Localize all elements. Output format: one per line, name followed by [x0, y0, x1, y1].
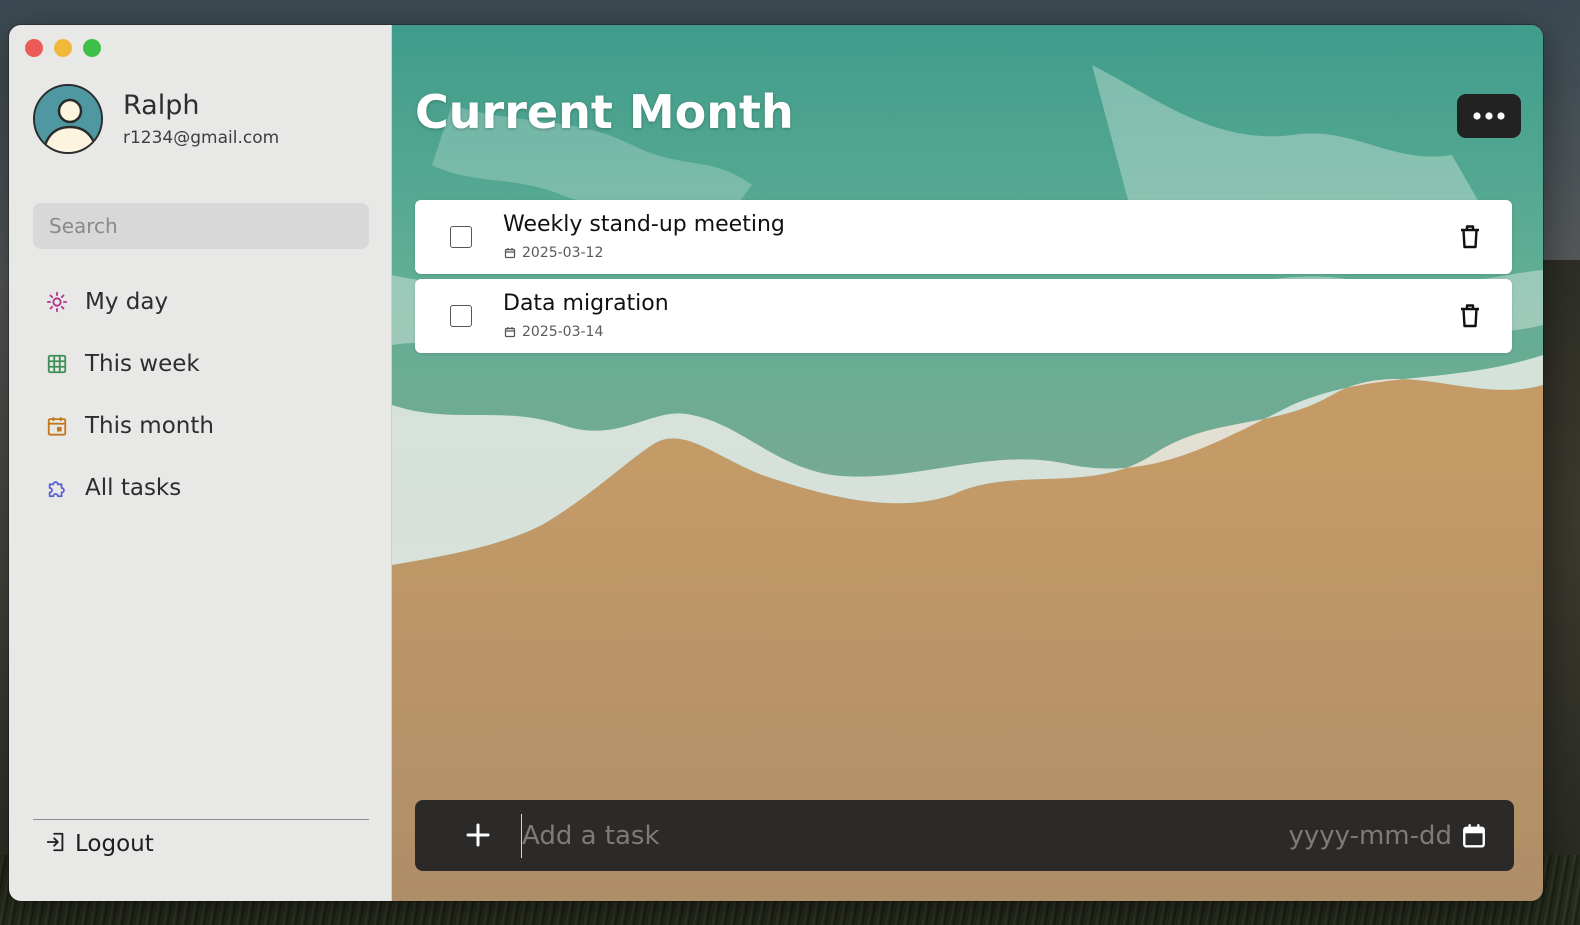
main-panel: Current Month Weekly stand-up meeting 20…	[392, 25, 1543, 901]
search-box	[33, 203, 369, 249]
task-list: Weekly stand-up meeting 2025-03-12 Data …	[415, 200, 1512, 358]
user-profile: Ralph r1234@gmail.com	[33, 84, 279, 154]
trash-icon	[1461, 304, 1479, 328]
window-maximize-button[interactable]	[83, 39, 101, 57]
sidebar-item-label: This month	[85, 413, 214, 439]
avatar	[33, 84, 103, 154]
sidebar-item-label: This week	[85, 351, 200, 377]
add-task-button[interactable]	[463, 820, 493, 850]
sidebar-item-label: My day	[85, 289, 169, 315]
task-due-date: 2025-03-14	[504, 324, 603, 340]
more-options-button[interactable]	[1457, 94, 1521, 138]
sun-icon	[45, 290, 69, 314]
sidebar-item-this-week[interactable]: This week	[33, 333, 369, 395]
logout-label: Logout	[75, 831, 154, 857]
task-date-text: 2025-03-12	[522, 245, 604, 261]
more-dots-icon	[1473, 112, 1505, 120]
small-calendar-icon	[504, 248, 516, 259]
task-title: Data migration	[503, 291, 669, 316]
task-item: Weekly stand-up meeting 2025-03-12	[415, 200, 1512, 274]
sidebar-nav: My day This week This month All tasks	[33, 271, 369, 519]
page-title: Current Month	[415, 85, 794, 139]
beach-background-image	[392, 25, 1543, 901]
calendar-month-icon	[45, 414, 69, 438]
calendar-icon	[1463, 823, 1485, 848]
add-task-bar	[415, 800, 1514, 871]
add-task-input[interactable]	[521, 814, 1204, 858]
window-controls	[25, 39, 101, 57]
profile-name: Ralph	[123, 90, 200, 121]
plus-icon	[466, 823, 490, 847]
profile-info: Ralph r1234@gmail.com	[123, 88, 279, 150]
task-item: Data migration 2025-03-14	[415, 279, 1512, 353]
date-picker-button[interactable]	[1461, 823, 1487, 849]
sidebar: Ralph r1234@gmail.com My day	[9, 25, 392, 901]
user-avatar-icon	[35, 86, 101, 152]
window-minimize-button[interactable]	[54, 39, 72, 57]
profile-email: r1234@gmail.com	[123, 128, 280, 148]
window-close-button[interactable]	[25, 39, 43, 57]
task-checkbox[interactable]	[450, 226, 472, 248]
delete-task-button[interactable]	[1456, 302, 1484, 330]
grid-icon	[45, 352, 69, 376]
delete-task-button[interactable]	[1456, 223, 1484, 251]
due-date-input[interactable]	[1215, 814, 1454, 858]
sidebar-item-all-tasks[interactable]: All tasks	[33, 457, 369, 519]
app-window: Ralph r1234@gmail.com My day	[9, 25, 1543, 901]
task-title: Weekly stand-up meeting	[503, 212, 785, 237]
task-checkbox[interactable]	[450, 305, 472, 327]
sidebar-divider	[33, 819, 369, 820]
sidebar-item-this-month[interactable]: This month	[33, 395, 369, 457]
logout-button[interactable]: Logout	[45, 831, 154, 857]
sidebar-item-label: All tasks	[85, 475, 182, 501]
logout-icon	[45, 831, 67, 857]
task-due-date: 2025-03-12	[504, 245, 603, 261]
search-input[interactable]	[47, 213, 355, 239]
small-calendar-icon	[504, 327, 516, 338]
task-date-text: 2025-03-14	[522, 324, 604, 340]
puzzle-icon	[45, 476, 69, 500]
sidebar-item-my-day[interactable]: My day	[33, 271, 369, 333]
trash-icon	[1461, 225, 1479, 249]
